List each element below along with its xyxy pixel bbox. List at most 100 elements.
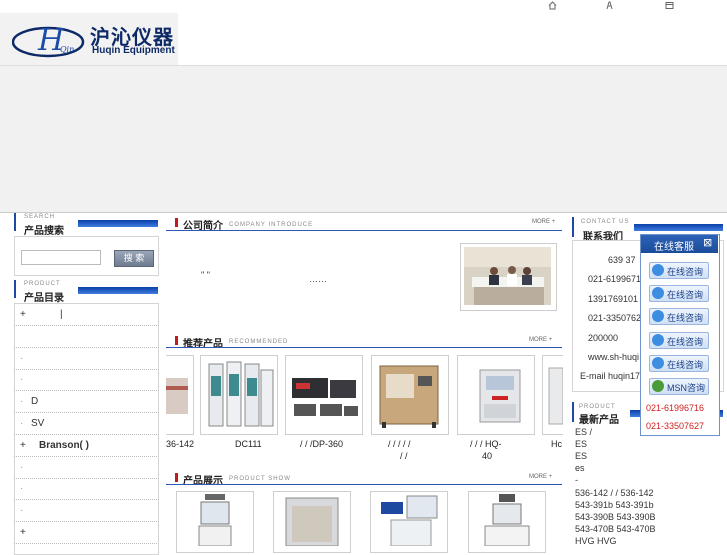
online-consult-button[interactable]: 在线咨询 [649, 354, 709, 372]
online-consult-button[interactable]: 在线咨询 [649, 285, 709, 303]
showcase-card[interactable] [176, 491, 254, 553]
product-caption[interactable]: DC111 [235, 439, 262, 449]
product-image [292, 378, 358, 416]
catalog-item-label: | [60, 309, 63, 320]
latest-product-item[interactable]: - [575, 475, 578, 485]
catalog-item-bullet: · [20, 396, 24, 408]
catalog-item[interactable]: · [14, 478, 157, 501]
latest-product-item[interactable]: es [575, 463, 585, 473]
search-title-marker [14, 213, 16, 231]
latest-title: 最新产品 [579, 415, 619, 426]
latest-product-item[interactable]: ES [575, 451, 587, 461]
catalog-item-bullet: · [20, 483, 24, 495]
company-more-link[interactable]: MORE + [532, 219, 555, 225]
product-image [381, 495, 438, 547]
product-caption[interactable]: / / / / / [388, 439, 411, 449]
online-service-title: 在线客服 [654, 242, 694, 253]
consult-button-label: 在线咨询 [667, 290, 704, 301]
catalog-item-bullet: + [20, 527, 26, 538]
bookmark-icon[interactable] [665, 1, 674, 10]
company-title-en: COMPANY INTRODUCE [229, 222, 314, 228]
logo-mark-icon: H Qin [12, 23, 85, 58]
product-card[interactable] [371, 355, 449, 435]
showcase-card[interactable] [468, 491, 546, 553]
contact-line: 021-6199671 [588, 274, 642, 285]
home-icon[interactable] [548, 1, 557, 10]
banner [0, 65, 727, 213]
catalog-title: 产品目录 [24, 293, 64, 304]
contact-line: 021-3350762 [588, 313, 642, 324]
product-image [198, 494, 232, 547]
online-consult-button[interactable]: 在线咨询 [649, 331, 709, 349]
company-quote: " " [201, 270, 210, 280]
showcase-more-link[interactable]: MORE + [529, 474, 552, 480]
contact-line: 639 37 [608, 255, 636, 265]
online-consult-button[interactable]: 在线咨询 [649, 308, 709, 326]
recommended-more-link[interactable]: MORE + [529, 337, 552, 343]
contact-line: 1391769101 [588, 293, 639, 304]
catalog-item-label: D [31, 396, 39, 408]
catalog-item[interactable]: + | [14, 304, 157, 326]
online-consult-button[interactable]: 在线咨询 [649, 262, 709, 279]
search-input[interactable] [21, 250, 101, 265]
product-caption[interactable]: / / / HQ- [470, 439, 502, 449]
latest-product-item[interactable]: ES [575, 439, 587, 449]
product-image [484, 494, 530, 547]
showcase-title-en: PRODUCT SHOW [229, 476, 291, 482]
catalog-item-label: Branson( ) [39, 439, 89, 451]
catalog-item[interactable]: · [14, 348, 157, 370]
recommended-title-en: RECOMMENDED [229, 339, 289, 345]
logo-text-en: Huqin Equipment [92, 45, 175, 56]
center-top-rule [166, 212, 562, 213]
contact-line: www.sh-huqi [588, 352, 640, 362]
catalog-title-en: PRODUCT [24, 281, 61, 287]
chat-person-icon [652, 356, 664, 369]
latest-product-item[interactable]: 543-391b 543-391b [575, 500, 654, 510]
catalog-item[interactable]: · [14, 500, 157, 523]
product-image [379, 365, 439, 428]
showcase-card[interactable] [273, 491, 351, 553]
catalog-item[interactable]: · [14, 457, 157, 479]
product-card[interactable] [200, 355, 278, 435]
sitemap-icon[interactable] [605, 1, 614, 10]
msn-consult-button[interactable]: MSN咨询 [649, 378, 709, 395]
contact-line: E-mail huqin17 [580, 371, 641, 382]
latest-product-item[interactable]: 536-142 / / 536-142 [575, 488, 654, 498]
product-caption-line2: 40 [482, 451, 493, 461]
product-card[interactable] [457, 355, 535, 435]
consult-button-label: 在线咨询 [667, 267, 704, 277]
catalog-item[interactable]: · D [14, 391, 157, 414]
latest-title-en: PRODUCT [579, 404, 616, 410]
service-phone-1: 021-61996716 [646, 403, 705, 413]
search-button[interactable]: 搜 索 [114, 250, 154, 267]
catalog-title-marker [14, 280, 16, 298]
product-caption[interactable]: / / /DP-360 [300, 439, 343, 449]
search-title-en: SEARCH [24, 214, 56, 220]
latest-product-item[interactable]: 543-470B 543-470B [575, 524, 656, 534]
product-image [285, 497, 339, 547]
product-caption[interactable]: Hc [551, 439, 562, 449]
latest-product-item[interactable]: 543-390B 543-390B [575, 512, 656, 522]
close-icon[interactable]: ⊠ [703, 236, 712, 249]
latest-product-item[interactable]: HVG HVG [575, 536, 617, 546]
product-card[interactable] [542, 355, 564, 435]
latest-product-item[interactable]: ES / [575, 427, 592, 437]
catalog-item[interactable]: + [14, 522, 157, 544]
showcase-card[interactable] [370, 491, 448, 553]
catalog-item[interactable] [14, 326, 157, 348]
product-caption[interactable]: 36-142 [166, 439, 194, 449]
catalog-item[interactable]: · SV [14, 413, 157, 435]
catalog-item-bullet: · [20, 374, 24, 386]
search-title-bar [78, 220, 158, 227]
catalog-item[interactable]: · [14, 369, 157, 392]
product-card[interactable] [285, 355, 363, 435]
catalog-item-bullet: · [20, 418, 24, 429]
catalog-item[interactable]: + Branson( ) [14, 435, 157, 457]
contact-title-bar [634, 224, 723, 231]
product-card[interactable] [166, 355, 194, 435]
chat-person-icon [652, 333, 664, 346]
catalog-item-bullet: · [20, 505, 24, 517]
product-image [548, 367, 564, 425]
catalog-item-bullet: + [20, 439, 26, 451]
catalog-item-label: SV [31, 418, 45, 429]
